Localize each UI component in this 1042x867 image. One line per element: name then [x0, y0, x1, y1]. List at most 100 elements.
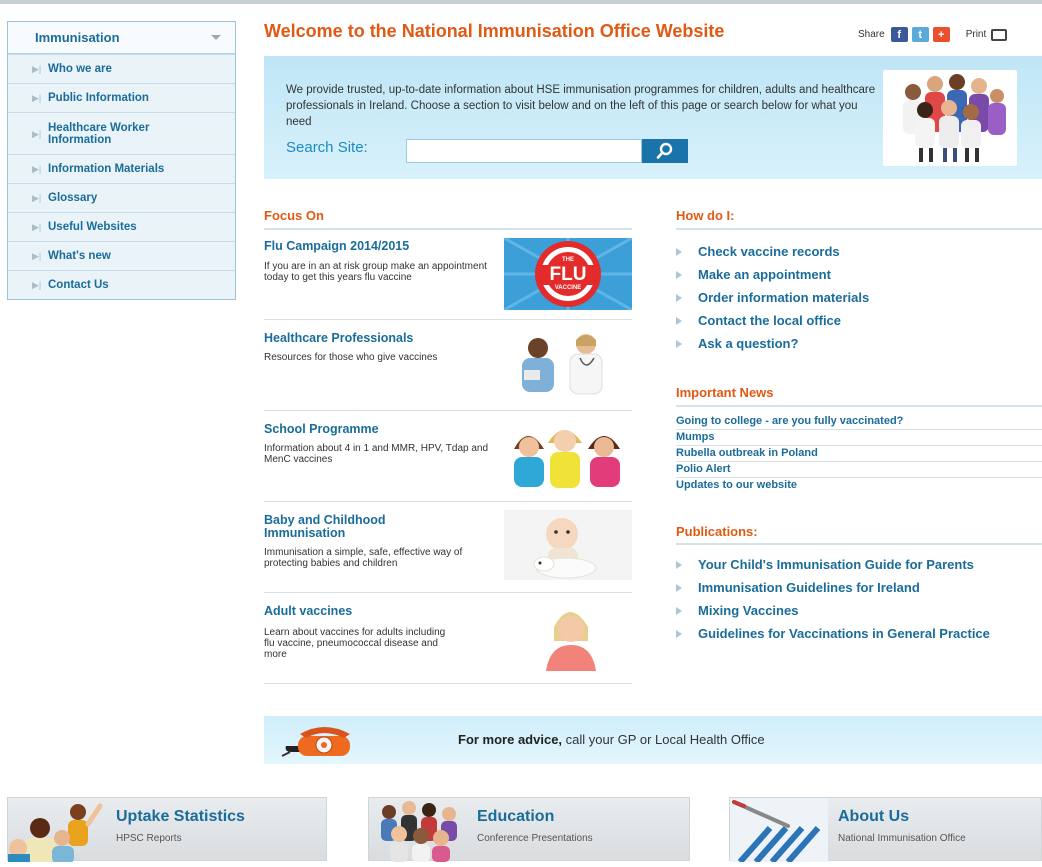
document-pen-image — [730, 798, 828, 862]
publication-link-mixing-vaccines[interactable]: Mixing Vaccines — [676, 599, 1042, 622]
news-list: Going to college - are you fully vaccina… — [676, 414, 1042, 494]
flu-badge-top: THE — [562, 257, 574, 263]
sidebar-heading-label: Immunisation — [35, 30, 120, 45]
sidebar-item-label: What's new — [48, 250, 111, 262]
focus-item-school[interactable]: School Programme Information about 4 in … — [264, 411, 632, 502]
arrow-icon: ▶| — [32, 164, 42, 174]
search-icon — [656, 142, 673, 159]
sidebar-item-label: Who we are — [48, 63, 112, 75]
sidebar-item-label: Contact Us — [48, 279, 109, 291]
share-label: Share — [858, 29, 885, 40]
sidebar-item-contact-us[interactable]: ▶| Contact Us — [8, 270, 235, 299]
bullet-arrow-icon — [676, 247, 682, 256]
how-link-check-records[interactable]: Check vaccine records — [676, 240, 1042, 263]
publication-link-label: Immunisation Guidelines for Ireland — [698, 580, 920, 595]
bullet-arrow-icon — [676, 560, 682, 569]
news-item[interactable]: Polio Alert — [676, 462, 1042, 478]
news-item[interactable]: Rubella outbreak in Poland — [676, 446, 1042, 462]
focus-item-desc: Information about 4 in 1 and MMR, HPV, T… — [264, 443, 489, 465]
tile-title: Uptake Statistics — [116, 808, 245, 825]
news-item[interactable]: Updates to our website — [676, 478, 1042, 494]
advice-banner: For more advice, call your GP or Local H… — [264, 716, 1042, 764]
sidebar-item-who-we-are[interactable]: ▶| Who we are — [8, 54, 235, 83]
tile-education[interactable]: Education Conference Presentations — [368, 797, 690, 862]
how-link-order-materials[interactable]: Order information materials — [676, 286, 1042, 309]
focus-item-desc: If you are in an at risk group make an a… — [264, 261, 487, 283]
how-link-appointment[interactable]: Make an appointment — [676, 263, 1042, 286]
publications-heading: Publications: — [676, 524, 758, 539]
arrow-icon: ▶| — [32, 64, 42, 74]
sidebar-item-public-information[interactable]: ▶| Public Information — [8, 83, 235, 112]
focus-item-healthcare[interactable]: Healthcare Professionals Resources for t… — [264, 320, 632, 411]
intro-text: We provide trusted, up-to-date informati… — [286, 84, 876, 128]
sidebar-heading[interactable]: Immunisation — [8, 22, 235, 54]
publication-link-parents-guide[interactable]: Your Child's Immunisation Guide for Pare… — [676, 553, 1042, 576]
sidebar-item-label: Information Materials — [48, 163, 165, 175]
family-image — [8, 798, 106, 862]
sidebar-item-information-materials[interactable]: ▶| Information Materials — [8, 154, 235, 183]
bullet-arrow-icon — [676, 316, 682, 325]
how-link-ask-question[interactable]: Ask a question? — [676, 332, 1042, 355]
advice-bold: For more advice, — [458, 732, 563, 747]
publication-link-guidelines-ireland[interactable]: Immunisation Guidelines for Ireland — [676, 576, 1042, 599]
search-button[interactable] — [642, 139, 688, 163]
focus-item-title: Healthcare Professionals — [264, 331, 414, 345]
healthcare-professionals-image — [504, 328, 632, 398]
focus-item-desc: Resources for those who give vaccines — [264, 352, 438, 363]
focus-item-title: School Programme — [264, 422, 379, 436]
search-label: Search Site: — [286, 139, 368, 156]
tile-title: About Us — [838, 808, 910, 825]
sidebar-item-label: Glossary — [48, 192, 98, 204]
arrow-icon: ▶| — [32, 128, 42, 139]
students-image — [369, 798, 467, 862]
news-item[interactable]: Going to college - are you fully vaccina… — [676, 414, 1042, 430]
sidebar-item-label: Useful Websites — [48, 221, 137, 233]
sidebar-item-glossary[interactable]: ▶| Glossary — [8, 183, 235, 212]
how-list: Check vaccine records Make an appointmen… — [676, 240, 1042, 355]
school-children-image — [504, 419, 632, 489]
chevron-down-icon — [211, 35, 221, 40]
flu-badge-main: FLU — [550, 264, 587, 285]
adult-woman-image — [504, 601, 632, 671]
arrow-icon: ▶| — [32, 193, 42, 203]
share-bar: Share f t + Print — [858, 27, 1008, 42]
how-link-label: Make an appointment — [698, 267, 831, 282]
focus-item-title: Baby and Childhood Immunisation — [264, 513, 386, 540]
flu-vaccine-image: THE FLU VACCINE — [504, 238, 632, 310]
tile-uptake-statistics[interactable]: Uptake Statistics HPSC Reports — [7, 797, 327, 862]
bullet-arrow-icon — [676, 629, 682, 638]
publication-link-label: Guidelines for Vaccinations in General P… — [698, 626, 990, 641]
sidebar-item-healthcare-worker[interactable]: ▶| Healthcare Worker Information — [8, 112, 235, 154]
publication-link-label: Mixing Vaccines — [698, 603, 799, 618]
arrow-icon: ▶| — [32, 251, 42, 261]
bullet-arrow-icon — [676, 270, 682, 279]
plus-share-icon[interactable]: + — [932, 27, 950, 42]
sidebar-item-whats-new[interactable]: ▶| What's new — [8, 241, 235, 270]
tile-title: Education — [477, 808, 555, 825]
search-input[interactable] — [406, 139, 642, 163]
focus-item-desc: Immunisation a simple, safe, effective w… — [264, 547, 463, 569]
news-divider — [676, 405, 1042, 407]
news-item[interactable]: Mumps — [676, 430, 1042, 446]
how-divider — [676, 228, 1042, 230]
tile-subtitle: National Immunisation Office — [838, 833, 966, 844]
focus-heading: Focus On — [264, 208, 324, 223]
how-heading: How do I: — [676, 208, 735, 223]
bullet-arrow-icon — [676, 583, 682, 592]
focus-item-baby[interactable]: Baby and Childhood Immunisation Immunisa… — [264, 502, 632, 593]
facebook-icon[interactable]: f — [890, 27, 908, 42]
print-label: Print — [965, 29, 987, 40]
focus-item-adult[interactable]: Adult vaccines Learn about vaccines for … — [264, 593, 632, 684]
arrow-icon: ▶| — [32, 93, 42, 103]
how-link-label: Contact the local office — [698, 313, 842, 328]
printer-icon — [991, 28, 1008, 41]
twitter-icon[interactable]: t — [911, 27, 929, 42]
publication-link-general-practice[interactable]: Guidelines for Vaccinations in General P… — [676, 622, 1042, 645]
print-button[interactable]: Print — [965, 28, 1008, 41]
focus-item-flu[interactable]: Flu Campaign 2014/2015 If you are in an … — [264, 230, 632, 320]
how-link-label: Order information materials — [698, 290, 870, 305]
tile-about-us[interactable]: About Us National Immunisation Office — [729, 797, 1042, 862]
sidebar-item-useful-websites[interactable]: ▶| Useful Websites — [8, 212, 235, 241]
how-link-contact-office[interactable]: Contact the local office — [676, 309, 1042, 332]
advice-rest: call your GP or Local Health Office — [562, 732, 765, 747]
